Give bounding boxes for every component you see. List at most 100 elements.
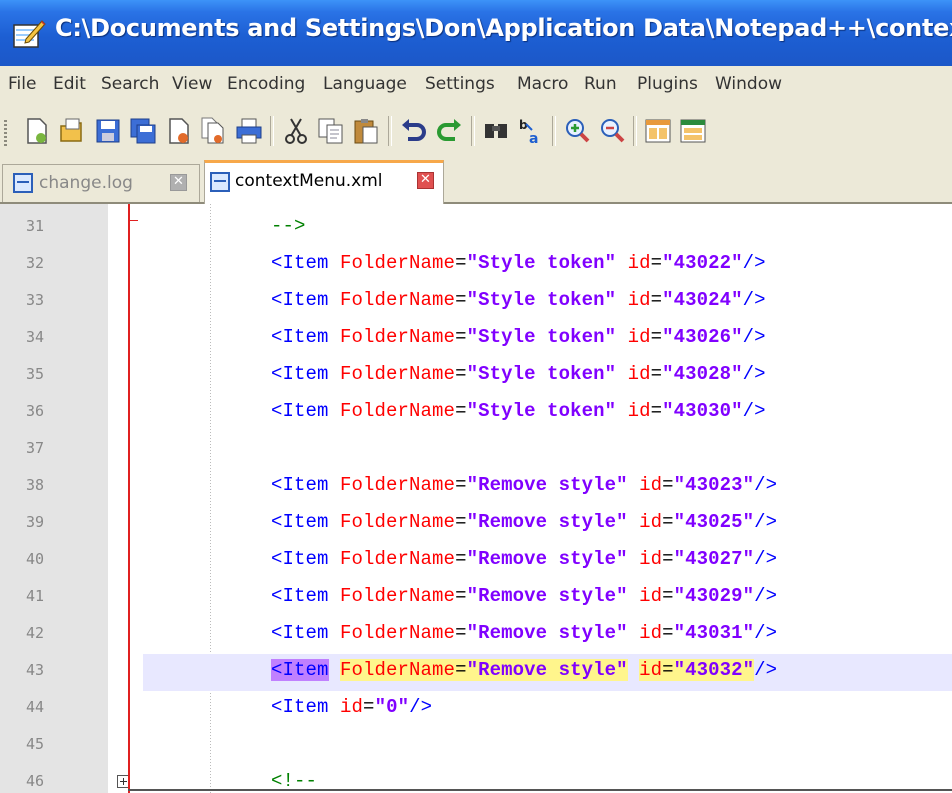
menu-language[interactable]: Language	[323, 74, 407, 94]
xml-attribute: id	[627, 252, 651, 274]
xml-equals: =	[455, 326, 467, 348]
menu-search[interactable]: Search	[101, 74, 159, 94]
code-text: <Item FolderName="Style token" id="43030…	[271, 400, 766, 422]
close-tab-icon[interactable]: ✕	[417, 172, 434, 189]
print-icon[interactable]	[234, 116, 264, 146]
menu-macro[interactable]: Macro	[517, 74, 568, 94]
code-line[interactable]: 35 <Item FolderName="Style token" id="430…	[0, 358, 952, 395]
menu-window[interactable]: Window	[715, 74, 782, 94]
xml-space	[329, 326, 341, 348]
line-number: 44	[26, 698, 45, 716]
code-line[interactable]: 42 <Item FolderName="Remove style" id="43…	[0, 617, 952, 654]
xml-equals: =	[650, 400, 663, 422]
code-line[interactable]: 43 <Item FolderName="Remove style" id="43…	[0, 654, 952, 691]
menu-settings[interactable]: Settings	[425, 74, 495, 94]
xml-value: "43024"	[662, 289, 743, 311]
close-icon[interactable]	[164, 116, 194, 146]
fold-end-marker	[130, 220, 138, 221]
tab-label: change.log	[39, 173, 133, 193]
title-bar[interactable]: C:\Documents and Settings\Don\Applicatio…	[0, 0, 952, 66]
menu-run[interactable]: Run	[584, 74, 617, 94]
open-file-icon[interactable]	[57, 116, 87, 146]
sync-horizontal-scroll-icon[interactable]	[678, 116, 708, 146]
code-line[interactable]: 37	[0, 432, 952, 469]
code-line[interactable]: 31 -->	[0, 210, 952, 247]
zoom-out-icon[interactable]	[597, 116, 627, 146]
tab-change-log[interactable]: change.log ✕	[2, 164, 200, 202]
toolbar-grip[interactable]	[4, 118, 7, 146]
toolbar-separator	[388, 116, 392, 146]
code-line[interactable]: 36 <Item FolderName="Style token" id="430…	[0, 395, 952, 432]
xml-tag: <Item	[271, 659, 329, 681]
code-line[interactable]: 33 <Item FolderName="Style token" id="430…	[0, 284, 952, 321]
code-line[interactable]: 41 <Item FolderName="Remove style" id="43…	[0, 580, 952, 617]
replace-icon[interactable]: b a	[516, 116, 546, 146]
xml-equals: =	[455, 252, 467, 274]
xml-equals: =	[455, 622, 467, 644]
sync-vertical-scroll-icon[interactable]	[643, 116, 673, 146]
xml-space	[329, 363, 341, 385]
xml-tag: />	[742, 400, 766, 422]
xml-space	[329, 622, 341, 644]
code-text: -->	[271, 215, 306, 237]
xml-attribute: id	[340, 696, 364, 718]
xml-value: "Remove style"	[466, 659, 628, 681]
xml-attribute: id	[627, 400, 651, 422]
xml-tag: />	[742, 289, 766, 311]
xml-value: "Style token"	[466, 363, 617, 385]
code-line[interactable]: 45	[0, 728, 952, 765]
xml-tag: />	[754, 659, 778, 681]
saved-file-icon	[13, 173, 33, 193]
line-number: 31	[26, 217, 45, 235]
xml-equals: =	[363, 696, 375, 718]
cut-icon[interactable]	[281, 116, 311, 146]
xml-attribute: id	[627, 289, 651, 311]
xml-tag: <Item	[271, 696, 329, 718]
saved-file-icon	[210, 172, 230, 192]
xml-space	[628, 622, 640, 644]
undo-icon[interactable]	[399, 116, 429, 146]
code-line[interactable]: 39 <Item FolderName="Remove style" id="43…	[0, 506, 952, 543]
code-line[interactable]: 44 <Item id="0"/>	[0, 691, 952, 728]
find-icon[interactable]	[481, 116, 511, 146]
xml-value: "Remove style"	[466, 548, 628, 570]
menu-plugins[interactable]: Plugins	[637, 74, 698, 94]
xml-tag: />	[754, 585, 778, 607]
xml-equals: =	[455, 400, 467, 422]
line-number: 41	[26, 587, 45, 605]
code-text: <Item FolderName="Remove style" id="4302…	[271, 511, 777, 533]
save-all-icon[interactable]	[128, 116, 158, 146]
xml-value: "Style token"	[466, 289, 617, 311]
xml-attribute: id	[639, 548, 663, 570]
tab-context-menu-xml[interactable]: contextMenu.xml ✕	[204, 160, 444, 204]
line-number: 37	[26, 439, 45, 457]
xml-attribute: FolderName	[340, 585, 456, 607]
menu-edit[interactable]: Edit	[53, 74, 86, 94]
code-line[interactable]: 34 <Item FolderName="Style token" id="430…	[0, 321, 952, 358]
xml-space	[628, 659, 640, 681]
save-icon[interactable]	[93, 116, 123, 146]
xml-equals: =	[662, 585, 674, 607]
xml-tag: <Item	[271, 511, 329, 533]
copy-icon[interactable]	[316, 116, 346, 146]
zoom-in-icon[interactable]	[562, 116, 592, 146]
redo-icon[interactable]	[434, 116, 464, 146]
toolbar-separator	[471, 116, 475, 146]
xml-value: "43029"	[673, 585, 755, 607]
paste-icon[interactable]	[351, 116, 381, 146]
xml-attribute: id	[627, 326, 651, 348]
xml-value: "Remove style"	[466, 622, 628, 644]
code-line[interactable]: 38 <Item FolderName="Remove style" id="43…	[0, 469, 952, 506]
code-text: <Item FolderName="Remove style" id="4302…	[271, 548, 777, 570]
code-editor[interactable]: 31 --> 32 <Item FolderName="Style token" id…	[0, 204, 952, 793]
code-line[interactable]: 40 <Item FolderName="Remove style" id="43…	[0, 543, 952, 580]
menu-encoding[interactable]: Encoding	[227, 74, 305, 94]
menu-view[interactable]: View	[172, 74, 212, 94]
code-line[interactable]: 32 <Item FolderName="Style token" id="430…	[0, 247, 952, 284]
close-all-icon[interactable]	[199, 116, 229, 146]
menu-file[interactable]: File	[8, 74, 36, 94]
close-tab-icon[interactable]: ✕	[170, 174, 187, 191]
xml-tag: />	[409, 696, 433, 718]
new-file-icon[interactable]	[22, 116, 52, 146]
xml-value: "Style token"	[466, 400, 617, 422]
